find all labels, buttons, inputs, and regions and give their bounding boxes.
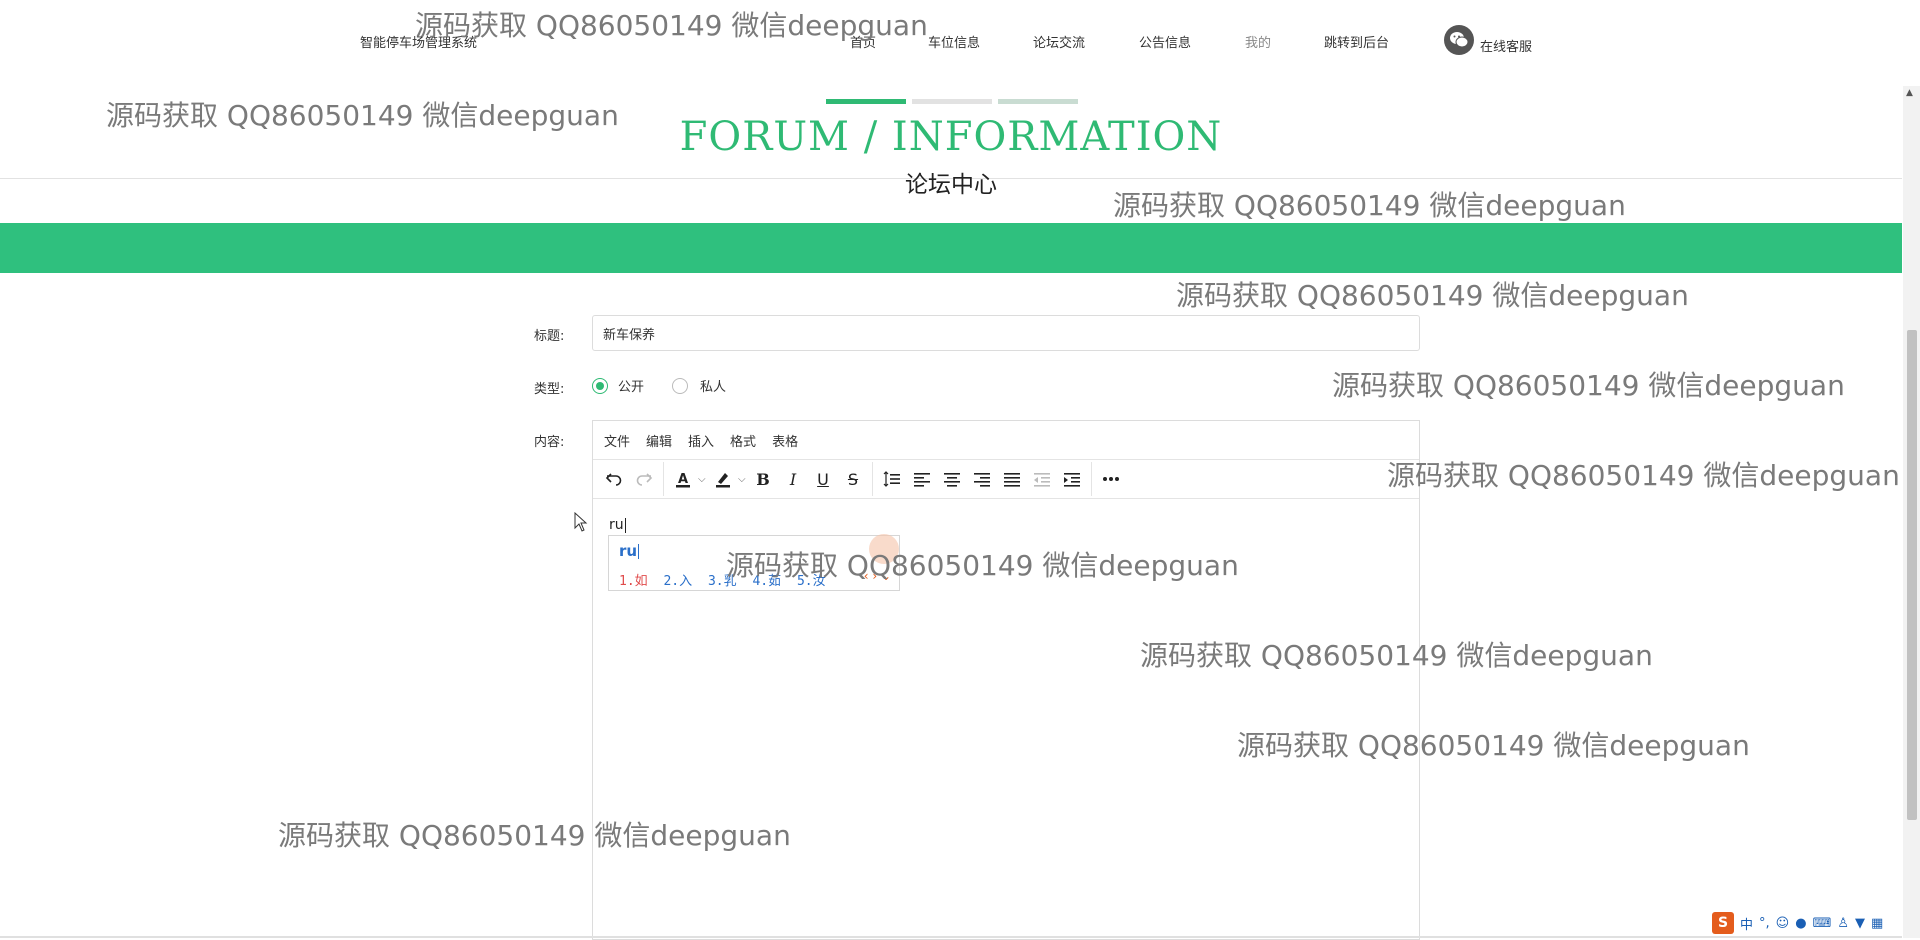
page-title-chinese: 论坛中心 <box>905 172 997 198</box>
watermark: 源码获取 QQ86050149 微信deepguan <box>1176 279 1689 312</box>
svg-text:A: A <box>678 472 688 487</box>
menu-table[interactable]: 表格 <box>772 431 798 450</box>
editor-menubar: 文件 编辑 插入 格式 表格 <box>593 421 1419 459</box>
ime-candidate[interactable]: 5.汝 <box>797 574 826 589</box>
chevron-down-icon[interactable]: ⌵ <box>738 474 748 485</box>
title-label: 标题: <box>534 329 565 344</box>
grid-icon[interactable]: ▦ <box>1871 916 1883 931</box>
ime-mode[interactable]: 中 <box>1740 914 1753 933</box>
scrollbar-thumb[interactable] <box>1907 330 1917 820</box>
ime-candidate[interactable]: 2.入 <box>663 574 692 589</box>
nav-my[interactable]: 我的 <box>1245 32 1271 51</box>
indicator-bar <box>998 99 1078 104</box>
line-height-icon[interactable] <box>877 464 907 494</box>
undo-icon[interactable] <box>599 464 629 494</box>
ime-candidate[interactable]: 1.如 <box>619 574 648 589</box>
ime-candidates: 1.如 2.入 3.乳 4.茹 5.汝 <box>619 570 834 589</box>
nav-announcements[interactable]: 公告信息 <box>1139 32 1191 51</box>
text-color-icon[interactable]: A <box>668 464 698 494</box>
align-right-icon[interactable] <box>967 464 997 494</box>
emoji-icon[interactable]: ☺ <box>1776 916 1790 931</box>
outdent-icon[interactable] <box>1027 464 1057 494</box>
radio-private[interactable] <box>672 377 689 394</box>
editor-content[interactable]: ru <box>609 517 626 533</box>
keyboard-icon[interactable]: ⌨ <box>1813 916 1832 931</box>
title-input[interactable] <box>592 315 1420 351</box>
strikethrough-icon[interactable]: S <box>838 464 868 494</box>
underline-icon[interactable]: U <box>808 464 838 494</box>
toolbar-separator <box>1091 462 1092 496</box>
indicator-bar <box>912 99 992 104</box>
more-icon[interactable] <box>1096 464 1126 494</box>
justify-icon[interactable] <box>997 464 1027 494</box>
ime-page-arrows-icon[interactable]: ‹ › ⌄ <box>864 569 891 583</box>
radio-public-label[interactable]: 公开 <box>618 376 644 395</box>
nav-admin[interactable]: 跳转到后台 <box>1324 32 1389 51</box>
menu-insert[interactable]: 插入 <box>688 431 714 450</box>
online-service[interactable]: 在线客服 <box>1444 24 1532 55</box>
skin-icon[interactable]: ▼ <box>1855 916 1865 931</box>
toolbar-separator <box>872 462 873 496</box>
sogou-logo-icon: S <box>1712 912 1734 934</box>
indent-icon[interactable] <box>1057 464 1087 494</box>
align-center-icon[interactable] <box>937 464 967 494</box>
menu-format[interactable]: 格式 <box>730 431 756 450</box>
menu-file[interactable]: 文件 <box>604 431 630 450</box>
content-label: 内容: <box>534 435 565 450</box>
nav-home[interactable]: 首页 <box>850 32 876 51</box>
ime-composition: ru <box>619 542 640 560</box>
indicator-bar-active <box>826 99 906 104</box>
ime-candidate[interactable]: 3.乳 <box>708 574 737 589</box>
green-banner <box>0 223 1902 273</box>
radio-public[interactable] <box>592 377 608 394</box>
user-icon[interactable]: ♙ <box>1837 916 1849 931</box>
type-label: 类型: <box>534 382 565 397</box>
ime-candidate-window: ru 1.如 2.入 3.乳 4.茹 5.汝 ‹ › ⌄ <box>608 534 900 591</box>
site-name: 智能停车场管理系统 <box>360 36 478 51</box>
ime-logo-icon <box>869 534 899 564</box>
nav-parking-spaces[interactable]: 车位信息 <box>928 32 980 51</box>
bold-icon[interactable]: B <box>748 464 778 494</box>
microphone-icon[interactable]: ● <box>1795 916 1806 931</box>
ime-tray[interactable]: S 中 °, ☺ ● ⌨ ♙ ▼ ▦ <box>1712 912 1883 934</box>
editor-text: ru <box>609 517 624 533</box>
toolbar-separator <box>663 462 664 496</box>
italic-icon[interactable]: I <box>778 464 808 494</box>
highlight-icon[interactable] <box>708 464 738 494</box>
wechat-icon <box>1444 24 1474 55</box>
editor-toolbar: A ⌵ ⌵ B I U S <box>593 459 1419 499</box>
type-radio-group: 公开 私人 <box>592 376 726 395</box>
ime-candidate[interactable]: 4.茹 <box>752 574 781 589</box>
nav-forum[interactable]: 论坛交流 <box>1033 32 1085 51</box>
radio-private-label[interactable]: 私人 <box>700 376 726 395</box>
chevron-down-icon[interactable]: ⌵ <box>698 474 708 485</box>
menu-edit[interactable]: 编辑 <box>646 431 672 450</box>
online-service-label: 在线客服 <box>1480 40 1533 55</box>
rich-text-editor: 文件 编辑 插入 格式 表格 A ⌵ ⌵ B I U S ru <box>592 420 1420 940</box>
text-caret <box>624 517 626 533</box>
page-title-english: FORUM / INFORMATION <box>679 114 1223 160</box>
scroll-up-arrow-icon[interactable]: ▲ <box>1906 88 1913 98</box>
punctuation-icon[interactable]: °, <box>1759 916 1770 931</box>
mouse-cursor-icon <box>574 511 588 536</box>
watermark: 源码获取 QQ86050149 微信deepguan <box>1332 369 1845 402</box>
redo-icon[interactable] <box>629 464 659 494</box>
align-left-icon[interactable] <box>907 464 937 494</box>
watermark: 源码获取 QQ86050149 微信deepguan <box>1387 459 1900 492</box>
